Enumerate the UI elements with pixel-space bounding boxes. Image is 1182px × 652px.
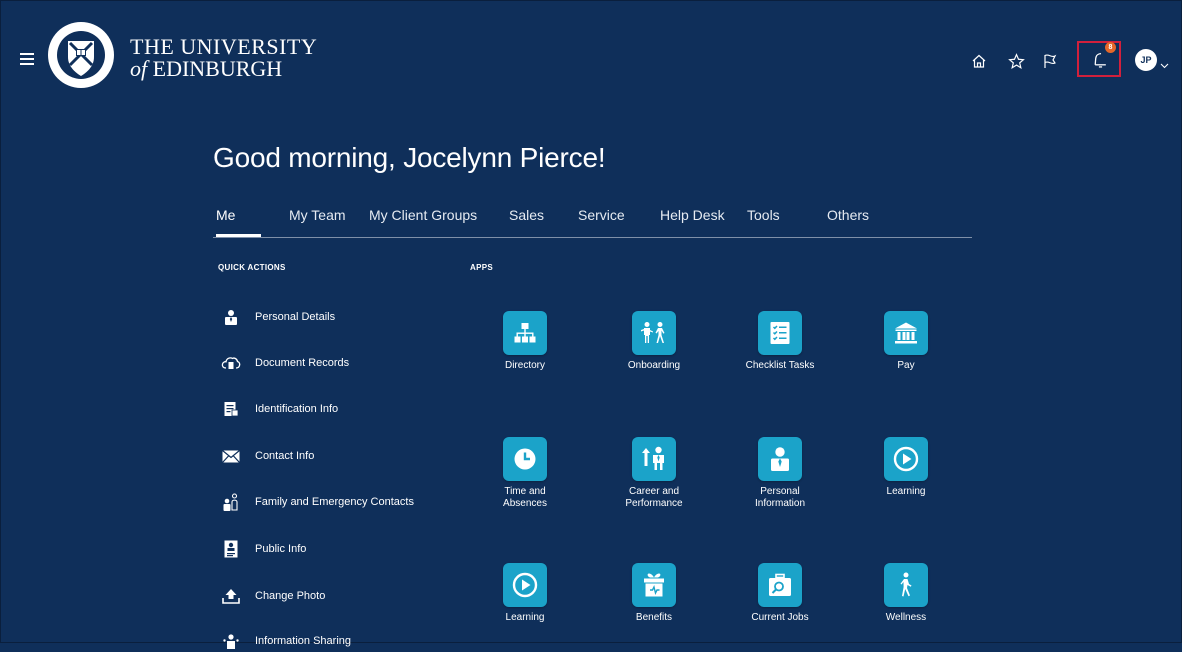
university-name-of: of xyxy=(130,56,148,81)
app-label: Directory xyxy=(504,360,545,371)
app-wellness[interactable]: Wellness xyxy=(851,563,961,624)
clock-icon xyxy=(503,437,547,481)
home-icon[interactable] xyxy=(967,49,991,73)
app-learning[interactable]: Learning xyxy=(851,437,961,498)
quick-action-public-info[interactable]: Public Info xyxy=(221,538,306,560)
quick-action-label: Information Sharing xyxy=(255,635,351,647)
quick-action-label: Personal Details xyxy=(255,311,336,323)
quick-action-label: Identification Info xyxy=(255,403,339,415)
app-label: Pay xyxy=(897,360,915,371)
app-label: Career and Performance xyxy=(625,486,683,509)
tab-me[interactable]: Me xyxy=(216,207,263,237)
quick-action-personal-details[interactable]: Personal Details xyxy=(221,306,335,328)
flag-icon[interactable] xyxy=(1038,49,1062,73)
quick-action-identification-info[interactable]: Identification Info xyxy=(221,398,338,420)
app-onboarding[interactable]: Onboarding xyxy=(599,311,709,372)
app-label: Benefits xyxy=(635,612,673,623)
walking-person-icon xyxy=(884,563,928,607)
onboarding-icon xyxy=(632,311,676,355)
upload-icon xyxy=(221,586,241,606)
career-icon xyxy=(632,437,676,481)
tab-my-team[interactable]: My Team xyxy=(289,207,346,223)
quick-action-label: Change Photo xyxy=(255,590,326,602)
quick-action-contact-info[interactable]: Contact Info xyxy=(221,445,314,467)
quick-action-label: Family and Emergency Contacts xyxy=(255,496,414,508)
tab-help-desk[interactable]: Help Desk xyxy=(660,207,725,223)
app-label: Onboarding xyxy=(627,360,681,371)
tab-bar: Me My Team My Client Groups Sales Servic… xyxy=(213,207,972,238)
app-label: Learning xyxy=(505,612,545,623)
app-checklist-tasks[interactable]: Checklist Tasks xyxy=(725,311,835,372)
play-circle-icon xyxy=(503,563,547,607)
app-label: Time and Absences xyxy=(503,486,547,509)
app-current-jobs[interactable]: Current Jobs xyxy=(725,563,835,624)
gift-icon xyxy=(632,563,676,607)
tab-others[interactable]: Others xyxy=(827,207,869,223)
app-benefits[interactable]: Benefits xyxy=(599,563,709,624)
university-crest-logo[interactable] xyxy=(46,11,116,99)
chevron-down-icon[interactable] xyxy=(1160,56,1169,74)
tab-my-client-groups[interactable]: My Client Groups xyxy=(369,207,477,223)
org-chart-icon xyxy=(503,311,547,355)
quick-action-information-sharing[interactable]: Information Sharing xyxy=(221,630,351,652)
badge-icon xyxy=(221,539,241,559)
person-icon xyxy=(758,437,802,481)
quick-action-label: Public Info xyxy=(255,543,307,555)
app-label: Personal Information xyxy=(754,486,806,509)
tab-service[interactable]: Service xyxy=(578,207,625,223)
quick-action-family-emergency-contacts[interactable]: Family and Emergency Contacts xyxy=(221,491,414,513)
envelope-icon xyxy=(221,446,241,466)
tab-tools[interactable]: Tools xyxy=(747,207,780,223)
quick-action-change-photo[interactable]: Change Photo xyxy=(221,585,325,607)
play-circle-icon xyxy=(884,437,928,481)
app-personal-information[interactable]: Personal Information xyxy=(725,437,835,510)
app-time-and-absences[interactable]: Time and Absences xyxy=(470,437,580,510)
apps-heading: APPS xyxy=(470,263,493,272)
app-label: Wellness xyxy=(885,612,927,623)
share-person-icon xyxy=(221,631,241,651)
university-name-edinburgh: EDINBURGH xyxy=(152,56,283,81)
quick-action-label: Document Records xyxy=(255,357,350,369)
id-document-icon xyxy=(221,399,241,419)
greeting-title: Good morning, Jocelynn Pierce! xyxy=(213,142,606,173)
university-name-line1: THE UNIVERSITY xyxy=(130,34,318,59)
bank-icon xyxy=(884,311,928,355)
app-label: Current Jobs xyxy=(751,612,809,623)
app-directory[interactable]: Directory xyxy=(470,311,580,372)
app-career-and-performance[interactable]: Career and Performance xyxy=(599,437,709,510)
star-icon[interactable] xyxy=(1004,49,1028,73)
quick-actions-heading: QUICK ACTIONS xyxy=(218,263,286,272)
quick-action-document-records[interactable]: Document Records xyxy=(221,352,349,374)
notifications-icon[interactable]: 8 xyxy=(1088,42,1116,71)
quick-action-label: Contact Info xyxy=(255,450,315,462)
tab-sales[interactable]: Sales xyxy=(509,207,544,223)
app-label: Learning xyxy=(886,486,926,497)
menu-icon[interactable] xyxy=(20,53,34,65)
university-name: THE UNIVERSITY of EDINBURGH xyxy=(130,36,317,80)
university-name-line2: of EDINBURGH xyxy=(130,58,317,80)
family-icon xyxy=(221,492,241,512)
app-learning-2[interactable]: Learning xyxy=(470,563,580,624)
person-icon xyxy=(221,307,241,327)
briefcase-search-icon xyxy=(758,563,802,607)
checklist-icon xyxy=(758,311,802,355)
cloud-document-icon xyxy=(221,353,241,373)
app-pay[interactable]: Pay xyxy=(851,311,961,372)
avatar[interactable]: JP xyxy=(1135,49,1157,71)
page-frame xyxy=(0,0,1182,643)
app-label: Checklist Tasks xyxy=(745,360,815,371)
notification-count-badge: 8 xyxy=(1105,42,1116,53)
